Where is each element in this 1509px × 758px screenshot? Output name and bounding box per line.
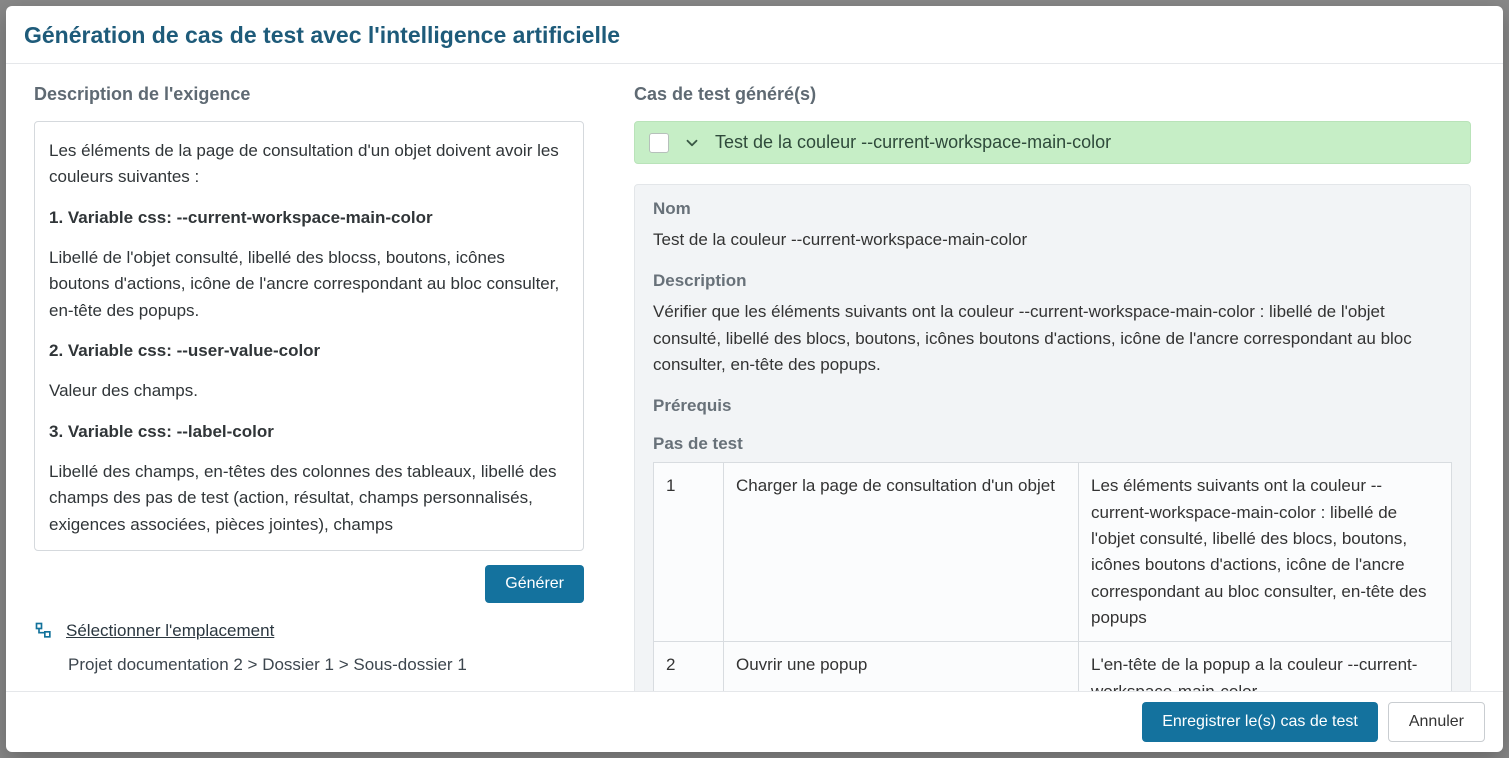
location-row: Sélectionner l'emplacement bbox=[34, 621, 584, 641]
testcase-details: Nom Test de la couleur --current-workspa… bbox=[634, 184, 1471, 691]
req-intro: Les éléments de la page de consultation … bbox=[49, 138, 563, 191]
breadcrumb: Projet documentation 2 > Dossier 1 > Sou… bbox=[68, 655, 584, 675]
description-label: Description bbox=[653, 271, 1452, 291]
select-location-link[interactable]: Sélectionner l'emplacement bbox=[66, 621, 274, 641]
modal-footer: Enregistrer le(s) cas de test Annuler bbox=[6, 691, 1503, 752]
name-value: Test de la couleur --current-workspace-m… bbox=[653, 227, 1452, 253]
cancel-button[interactable]: Annuler bbox=[1388, 702, 1485, 742]
requirement-heading: Description de l'exigence bbox=[34, 84, 584, 105]
step-result: Les éléments suivants ont la couleur --c… bbox=[1079, 463, 1452, 642]
step-index: 1 bbox=[654, 463, 724, 642]
step-result: L'en-tête de la popup a la couleur --cur… bbox=[1079, 642, 1452, 691]
name-label: Nom bbox=[653, 199, 1452, 219]
generated-heading: Cas de test généré(s) bbox=[634, 84, 1475, 105]
req-var3-title: 3. Variable css: --label-color bbox=[49, 419, 563, 445]
right-pane: Cas de test généré(s) Test de la couleur… bbox=[634, 84, 1475, 691]
steps-table: 1 Charger la page de consultation d'un o… bbox=[653, 462, 1452, 691]
step-action: Ouvrir une popup bbox=[724, 642, 1079, 691]
req-var3-body: Libellé des champs, en-têtes des colonne… bbox=[49, 459, 563, 538]
prereq-label: Prérequis bbox=[653, 396, 1452, 416]
req-var1-body: Libellé de l'objet consulté, libellé des… bbox=[49, 245, 563, 324]
modal-title: Génération de cas de test avec l'intelli… bbox=[24, 22, 1485, 49]
left-pane: Description de l'exigence Les éléments d… bbox=[34, 84, 584, 691]
generate-button[interactable]: Générer bbox=[485, 565, 584, 603]
steps-label: Pas de test bbox=[653, 434, 1452, 454]
req-var2-title: 2. Variable css: --user-value-color bbox=[49, 338, 563, 364]
tree-icon bbox=[34, 621, 54, 641]
table-row: 2 Ouvrir une popup L'en-tête de la popup… bbox=[654, 642, 1452, 691]
step-index: 2 bbox=[654, 642, 724, 691]
modal-body: Description de l'exigence Les éléments d… bbox=[6, 64, 1503, 691]
table-row: 1 Charger la page de consultation d'un o… bbox=[654, 463, 1452, 642]
testcase-header-title: Test de la couleur --current-workspace-m… bbox=[715, 132, 1111, 153]
ai-testcase-modal: Génération de cas de test avec l'intelli… bbox=[6, 6, 1503, 752]
description-value: Vérifier que les éléments suivants ont l… bbox=[653, 299, 1452, 378]
testcase-header-row[interactable]: Test de la couleur --current-workspace-m… bbox=[634, 121, 1471, 164]
chevron-down-icon[interactable] bbox=[683, 134, 701, 152]
save-testcases-button[interactable]: Enregistrer le(s) cas de test bbox=[1142, 702, 1378, 742]
generate-row: Générer bbox=[34, 565, 584, 603]
step-action: Charger la page de consultation d'un obj… bbox=[724, 463, 1079, 642]
modal-header: Génération de cas de test avec l'intelli… bbox=[6, 6, 1503, 64]
testcase-checkbox[interactable] bbox=[649, 133, 669, 153]
requirement-description-box[interactable]: Les éléments de la page de consultation … bbox=[34, 121, 584, 551]
req-var1-title: 1. Variable css: --current-workspace-mai… bbox=[49, 205, 563, 231]
right-scroll[interactable]: Test de la couleur --current-workspace-m… bbox=[634, 121, 1475, 691]
req-var2-body: Valeur des champs. bbox=[49, 378, 563, 404]
